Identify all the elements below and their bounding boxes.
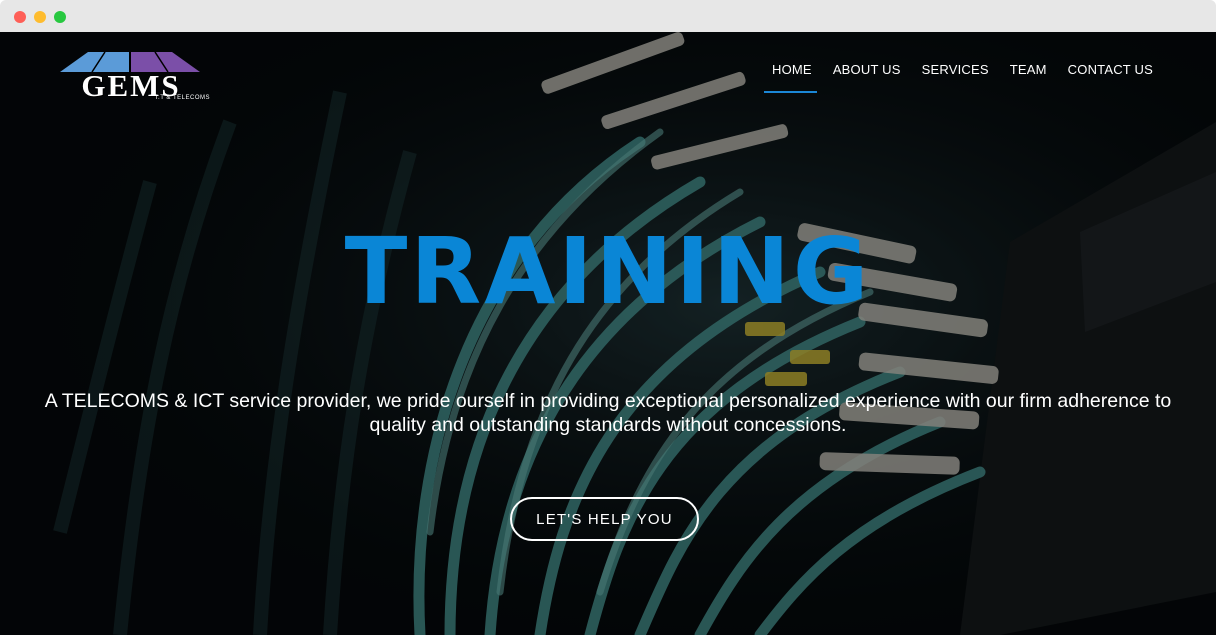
minimize-window-button[interactable] [34, 11, 46, 23]
fiber-optic-cables-image [0, 32, 1216, 635]
main-nav: HOME ABOUT US SERVICES TEAM CONTACT US [764, 62, 1166, 93]
hero-description: A TELECOMS & ICT service provider, we pr… [44, 390, 1172, 436]
close-window-button[interactable] [14, 11, 26, 23]
hero-section: GEMS I.T & TELECOMS HOME ABOUT US SERVIC… [0, 32, 1216, 635]
maximize-window-button[interactable] [54, 11, 66, 23]
logo-tagline: I.T & TELECOMS [155, 95, 210, 101]
nav-home[interactable]: HOME [764, 62, 825, 93]
nav-contact-us[interactable]: CONTACT US [1060, 62, 1166, 93]
hero-title: TRAINING [344, 218, 872, 325]
nav-services[interactable]: SERVICES [914, 62, 1002, 93]
nav-about-us[interactable]: ABOUT US [825, 62, 914, 93]
nav-team[interactable]: TEAM [1002, 62, 1060, 93]
gems-logo[interactable]: GEMS I.T & TELECOMS [50, 52, 210, 104]
lets-help-you-button[interactable]: LET'S HELP YOU [510, 497, 699, 541]
browser-chrome [0, 0, 1216, 32]
